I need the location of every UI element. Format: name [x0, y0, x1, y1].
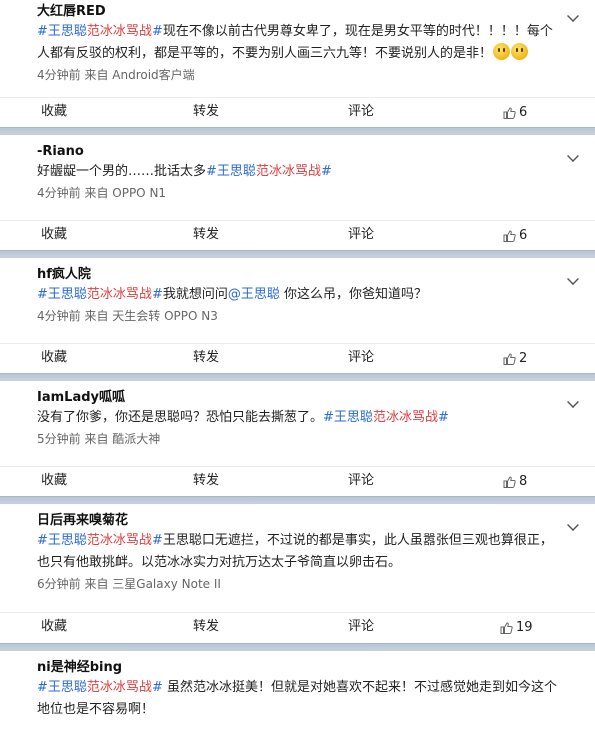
- author-name[interactable]: hf疯人院: [37, 263, 558, 283]
- comment-card: 大红唇RED #王思聪范冰冰骂战#现在不像以前古代男尊女卑了，现在是男女平等的时…: [0, 0, 595, 130]
- card-divider: [0, 496, 595, 504]
- like-count: 6: [519, 228, 528, 243]
- like-button[interactable]: 8: [503, 467, 527, 497]
- smiley-emoji-icon: [493, 43, 511, 60]
- action-bar: 收藏 转发 评论 6: [0, 97, 595, 127]
- comment-button[interactable]: 评论: [348, 467, 374, 497]
- comment-text: #王思聪范冰冰骂战#王思聪口无遮拦，不过说的都是事实，此人虽嚣张但三观也算很正，…: [37, 533, 553, 570]
- forward-button[interactable]: 转发: [193, 98, 219, 128]
- topic-link[interactable]: #王思聪范冰冰骂战#: [37, 287, 163, 302]
- favorite-button[interactable]: 收藏: [41, 613, 67, 643]
- card-divider: [0, 250, 595, 258]
- comment-card: IamLady呱呱 没有了你爹，你还是思聪吗？恐怕只能去撕葱了。#王思聪范冰冰骂…: [0, 386, 595, 499]
- action-bar: 收藏 转发 评论 6: [0, 220, 595, 250]
- like-count: 19: [516, 620, 533, 635]
- comment-card: 日后再来嗅菊花 #王思聪范冰冰骂战#王思聪口无遮拦，不过说的都是事实，此人虽嚣张…: [0, 509, 595, 646]
- like-count: 6: [519, 105, 528, 120]
- topic-link[interactable]: #王思聪范冰冰骂战#: [37, 680, 163, 695]
- comment-text: #王思聪范冰冰骂战# 虽然范冰冰挺美！但就是对她喜欢不起来！不过感觉她走到如今这…: [37, 680, 557, 717]
- comment-body: ni是神经bing #王思聪范冰冰骂战# 虽然范冰冰挺美！但就是对她喜欢不起来！…: [0, 656, 595, 721]
- comment-body: -Riano 好龌龊一个男的……批话太多#王思聪范冰冰骂战# 4分钟前 来自 O…: [0, 140, 595, 202]
- comment-text: 好龌龊一个男的……批话太多#王思聪范冰冰骂战#: [37, 164, 332, 179]
- action-bar: 收藏 转发 评论 2: [0, 343, 595, 373]
- topic-link[interactable]: #王思聪范冰冰骂战#: [206, 164, 332, 179]
- favorite-button[interactable]: 收藏: [41, 98, 67, 128]
- thumbs-up-icon: [503, 476, 516, 488]
- action-bar: 收藏 转发 评论 19: [0, 612, 595, 642]
- forward-button[interactable]: 转发: [193, 613, 219, 643]
- author-name[interactable]: IamLady呱呱: [37, 386, 558, 406]
- comment-text: #王思聪范冰冰骂战#我就想问问@王思聪 你这么吊，你爸知道吗？: [37, 287, 428, 302]
- favorite-button[interactable]: 收藏: [41, 344, 67, 374]
- like-count: 2: [519, 351, 528, 366]
- comment-body: 日后再来嗅菊花 #王思聪范冰冰骂战#王思聪口无遮拦，不过说的都是事实，此人虽嚣张…: [0, 509, 595, 593]
- comment-button[interactable]: 评论: [348, 344, 374, 374]
- favorite-button[interactable]: 收藏: [41, 221, 67, 251]
- forward-button[interactable]: 转发: [193, 467, 219, 497]
- author-name[interactable]: ni是神经bing: [37, 656, 558, 676]
- like-button[interactable]: 2: [503, 344, 527, 374]
- forward-button[interactable]: 转发: [193, 344, 219, 374]
- like-button[interactable]: 6: [503, 98, 527, 128]
- comment-card: ni是神经bing #王思聪范冰冰骂战# 虽然范冰冰挺美！但就是对她喜欢不起来！…: [0, 656, 595, 734]
- thumbs-up-icon: [503, 107, 516, 119]
- card-divider: [0, 373, 595, 381]
- action-bar: 收藏 转发 评论 8: [0, 466, 595, 496]
- comment-card: hf疯人院 #王思聪范冰冰骂战#我就想问问@王思聪 你这么吊，你爸知道吗？ 4分…: [0, 263, 595, 376]
- comment-button[interactable]: 评论: [348, 221, 374, 251]
- post-meta: 6分钟前 来自 三星Galaxy Note II: [37, 577, 221, 591]
- smiley-emoji-icon: [511, 43, 529, 60]
- like-button[interactable]: 19: [500, 613, 533, 643]
- comment-card: -Riano 好龌龊一个男的……批话太多#王思聪范冰冰骂战# 4分钟前 来自 O…: [0, 140, 595, 253]
- favorite-button[interactable]: 收藏: [41, 467, 67, 497]
- comment-button[interactable]: 评论: [348, 98, 374, 128]
- like-count: 8: [519, 474, 528, 489]
- like-button[interactable]: 6: [503, 221, 527, 251]
- author-name[interactable]: 大红唇RED: [37, 0, 558, 20]
- thumbs-up-icon: [500, 622, 513, 634]
- post-meta: 5分钟前 来自 酷派大神: [37, 432, 161, 446]
- topic-link[interactable]: #王思聪范冰冰骂战#: [323, 410, 449, 425]
- author-name[interactable]: -Riano: [37, 140, 558, 160]
- comment-text: #王思聪范冰冰骂战#现在不像以前古代男尊女卑了，现在是男女平等的时代！！！！每个…: [37, 24, 553, 61]
- comment-text: 没有了你爹，你还是思聪吗？恐怕只能去撕葱了。#王思聪范冰冰骂战#: [37, 410, 449, 425]
- comment-body: 大红唇RED #王思聪范冰冰骂战#现在不像以前古代男尊女卑了，现在是男女平等的时…: [0, 0, 595, 84]
- post-meta: 4分钟前 来自 天生会转 OPPO N3: [37, 309, 218, 323]
- author-name[interactable]: 日后再来嗅菊花: [37, 509, 558, 529]
- post-meta: 4分钟前 来自 OPPO N1: [37, 186, 167, 200]
- forward-button[interactable]: 转发: [193, 221, 219, 251]
- post-meta: 4分钟前 来自 Android客户端: [37, 68, 195, 82]
- mention-link[interactable]: @王思聪: [228, 287, 280, 302]
- comment-button[interactable]: 评论: [348, 613, 374, 643]
- comment-body: hf疯人院 #王思聪范冰冰骂战#我就想问问@王思聪 你这么吊，你爸知道吗？ 4分…: [0, 263, 595, 325]
- thumbs-up-icon: [503, 230, 516, 242]
- card-divider: [0, 127, 595, 135]
- topic-link[interactable]: #王思聪范冰冰骂战#: [37, 24, 163, 39]
- card-divider: [0, 643, 595, 651]
- topic-link[interactable]: #王思聪范冰冰骂战#: [37, 533, 163, 548]
- comment-body: IamLady呱呱 没有了你爹，你还是思聪吗？恐怕只能去撕葱了。#王思聪范冰冰骂…: [0, 386, 595, 448]
- thumbs-up-icon: [503, 353, 516, 365]
